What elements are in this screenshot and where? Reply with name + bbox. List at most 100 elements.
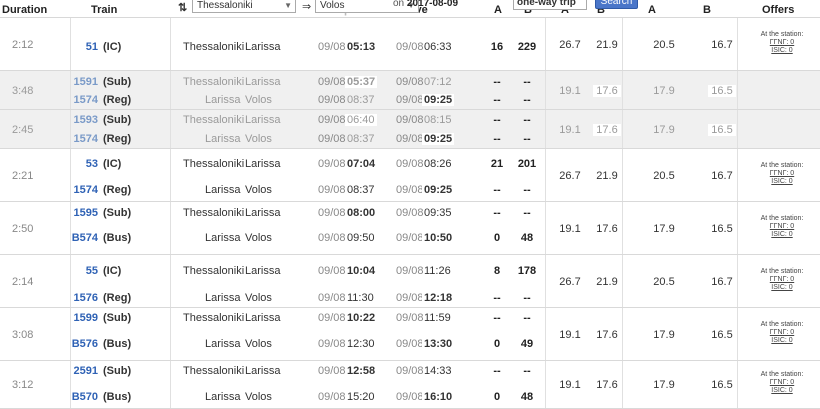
train-number-link[interactable]: B576: [60, 338, 98, 350]
train-number-link[interactable]: 1595: [60, 207, 98, 219]
offer-line[interactable]: ISIC: 0: [752, 387, 812, 395]
result-group[interactable]: 2:12 51 (IC) Thessaloniki Larissa 09/08 05:13 0…: [0, 18, 820, 83]
seats-a: --: [493, 94, 501, 106]
from-station: Thessaloniki: [183, 114, 245, 126]
price-value[interactable]: 16.7: [708, 276, 736, 288]
seats-a: 0: [493, 391, 501, 403]
result-group[interactable]: 2:50 1595 (Sub) Thessaloniki Larissa 09/08 08:…: [0, 202, 820, 255]
offer-line[interactable]: ΓΓΝΓ: 0: [752, 329, 812, 337]
price-value[interactable]: 16.5: [708, 85, 736, 97]
train-number-link[interactable]: 1591: [60, 76, 98, 88]
price-value[interactable]: 21.9: [593, 39, 621, 51]
train-number-link[interactable]: 1574: [60, 133, 98, 145]
price-value[interactable]: 17.6: [593, 329, 621, 341]
price-value[interactable]: 26.7: [556, 276, 584, 288]
price-value[interactable]: 20.5: [650, 39, 678, 51]
offer-line[interactable]: ISIC: 0: [752, 178, 812, 186]
result-group[interactable]: 2:21 53 (IC) Thessaloniki Larissa 09/08 07:04 0…: [0, 149, 820, 202]
offers-title: At the station:: [760, 31, 804, 38]
leg-row: 1576 (Reg) Larissa Volos 09/08 11:30 09/08 12:1…: [0, 292, 820, 308]
train-number-link[interactable]: 51: [60, 41, 98, 53]
depart-date: 09/08: [318, 114, 346, 126]
header-price2-a: A: [648, 4, 656, 16]
trip-type-select[interactable]: one-way trip: [513, 0, 587, 10]
train-number-link[interactable]: 1576: [60, 292, 98, 304]
offer-line[interactable]: ISIC: 0: [752, 284, 812, 292]
seats-a: 8: [493, 265, 501, 277]
search-button[interactable]: Search: [595, 0, 638, 9]
price-value[interactable]: 26.7: [556, 39, 584, 51]
price-value[interactable]: 17.9: [650, 85, 678, 97]
price-value[interactable]: 17.6: [593, 223, 621, 235]
date-field[interactable]: on 2017-08-09: [393, 0, 491, 10]
price-value[interactable]: 16.5: [708, 124, 736, 136]
price-value[interactable]: 21.9: [593, 170, 621, 182]
price-value[interactable]: 16.5: [708, 223, 736, 235]
price-value[interactable]: 17.6: [593, 85, 621, 97]
price-value[interactable]: 19.1: [556, 85, 584, 97]
price-value[interactable]: 16.5: [708, 329, 736, 341]
price-value[interactable]: 17.9: [650, 223, 678, 235]
offer-line[interactable]: ΓΓΝΓ: 0: [752, 276, 812, 284]
train-number-link[interactable]: 1599: [60, 312, 98, 324]
result-group[interactable]: 2:45 1593 (Sub) Thessaloniki Larissa 09/08 06:…: [0, 110, 820, 149]
depart-date: 09/08: [318, 41, 346, 53]
price-value[interactable]: 17.9: [650, 329, 678, 341]
result-group[interactable]: 3:48 1591 (Sub) Thessaloniki Larissa 09/08 05:…: [0, 71, 820, 110]
seats-a: --: [493, 133, 501, 145]
offer-line[interactable]: ISIC: 0: [752, 231, 812, 239]
arrive-time: 10:50: [422, 232, 455, 244]
price-value[interactable]: 20.5: [650, 170, 678, 182]
price-value[interactable]: 17.6: [593, 124, 621, 136]
to-station: Larissa: [245, 114, 281, 126]
train-type: (Reg): [103, 133, 132, 145]
arrive-time: 06:33: [424, 41, 452, 53]
price-value[interactable]: 26.7: [556, 170, 584, 182]
offer-line[interactable]: ISIC: 0: [752, 337, 812, 345]
price-value[interactable]: 19.1: [556, 124, 584, 136]
result-group[interactable]: 3:08 1599 (Sub) Thessaloniki Larissa 09/08 10:…: [0, 308, 820, 361]
train-number-link[interactable]: 2591: [60, 365, 98, 377]
arrive-date: 09/08: [396, 338, 424, 350]
train-number-link[interactable]: 53: [60, 158, 98, 170]
price-value[interactable]: 16.5: [708, 379, 736, 391]
price-value[interactable]: 21.9: [593, 276, 621, 288]
price-value[interactable]: 16.7: [708, 170, 736, 182]
to-station: Volos: [245, 292, 272, 304]
train-number-link[interactable]: 1574: [60, 184, 98, 196]
price-value[interactable]: 19.1: [556, 379, 584, 391]
price-value[interactable]: 17.6: [593, 379, 621, 391]
train-number-link[interactable]: 1593: [60, 114, 98, 126]
offer-line[interactable]: ΓΓΝΓ: 0: [752, 379, 812, 387]
arrive-time: 09:25: [422, 133, 455, 145]
from-station-select[interactable]: Thessaloniki ▼: [192, 0, 296, 13]
price-value[interactable]: 17.9: [650, 124, 678, 136]
to-station: Larissa: [245, 207, 281, 219]
to-station-value: Volos: [320, 0, 345, 11]
train-number-link[interactable]: B570: [60, 391, 98, 403]
train-number-link[interactable]: 55: [60, 265, 98, 277]
price-value[interactable]: 19.1: [556, 223, 584, 235]
price-value[interactable]: 19.1: [556, 329, 584, 341]
price-value[interactable]: 20.5: [650, 276, 678, 288]
train-number-link[interactable]: 1574: [60, 94, 98, 106]
depart-date: 09/08: [318, 133, 346, 145]
offer-line[interactable]: ΓΓΝΓ: 0: [752, 39, 812, 47]
offer-line[interactable]: ΓΓΝΓ: 0: [752, 170, 812, 178]
train-number-link[interactable]: B574: [60, 232, 98, 244]
result-group[interactable]: 2:14 55 (IC) Thessaloniki Larissa 09/08 10:04 0…: [0, 255, 820, 308]
seats-b: 48: [520, 391, 534, 403]
offer-line[interactable]: ΓΓΝΓ: 0: [752, 223, 812, 231]
result-group[interactable]: 3:12 2591 (Sub) Thessaloniki Larissa 09/08 12:…: [0, 361, 820, 409]
depart-time: 10:22: [347, 312, 376, 324]
seats-a: --: [493, 76, 501, 88]
depart-time: 11:30: [347, 292, 374, 304]
swap-direction-icon[interactable]: ⇅: [178, 1, 187, 14]
offer-line[interactable]: ISIC: 0: [752, 47, 812, 55]
station-offers: At the station: ΓΓΝΓ: 0 ISIC: 0: [752, 31, 812, 55]
price-value[interactable]: 17.9: [650, 379, 678, 391]
date-on-label: on: [393, 0, 405, 9]
price-value[interactable]: 16.7: [708, 39, 736, 51]
depart-date: 09/08: [318, 184, 346, 196]
station-offers: At the station: ΓΓΝΓ: 0 ISIC: 0: [752, 268, 812, 292]
